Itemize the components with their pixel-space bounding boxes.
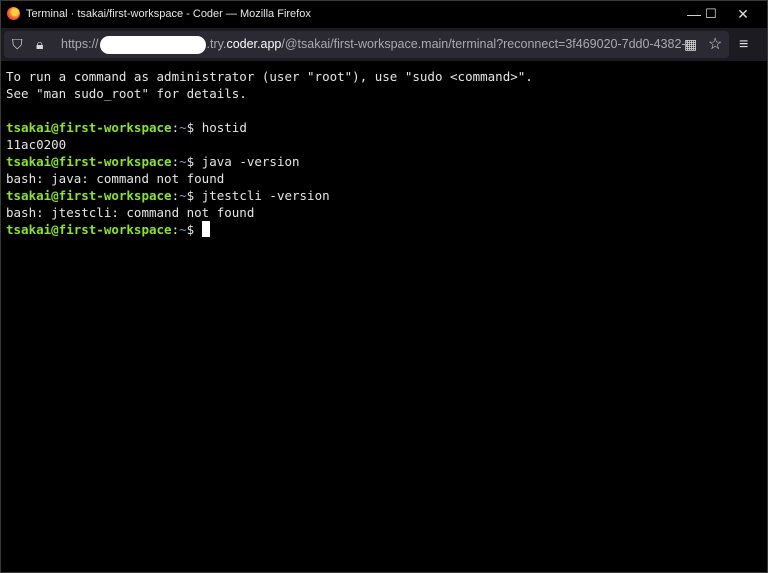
prompt-symbol: $ bbox=[186, 222, 202, 237]
close-button[interactable]: ✕ bbox=[728, 4, 758, 24]
output-line: 11ac0200 bbox=[6, 137, 67, 152]
prompt-line: tsakai@first-workspace:~$ hostid bbox=[6, 119, 767, 136]
command-text: java -version bbox=[201, 154, 300, 169]
firefox-icon bbox=[7, 7, 20, 20]
prompt-user: tsakai@first-workspace bbox=[6, 120, 172, 135]
output-line: To run a command as administrator (user … bbox=[6, 69, 533, 84]
command-text: hostid bbox=[201, 120, 247, 135]
bookmark-star-icon[interactable]: ☆ bbox=[708, 31, 722, 58]
prompt-path: ~ bbox=[179, 120, 187, 135]
prompt-line: tsakai@first-workspace:~$ bbox=[6, 221, 767, 238]
prompt-path: ~ bbox=[179, 154, 187, 169]
prompt-line: tsakai@first-workspace:~$ jtestcli -vers… bbox=[6, 187, 767, 204]
url-text[interactable]: https://.try.coder.app/@tsakai/first-wor… bbox=[61, 31, 687, 58]
terminal-cursor bbox=[201, 221, 210, 237]
qr-code-icon[interactable]: ▦ bbox=[684, 31, 697, 58]
prompt-symbol: $ bbox=[186, 120, 202, 135]
prompt-colon: : bbox=[171, 154, 180, 169]
redacted-subdomain bbox=[99, 35, 206, 54]
lock-icon[interactable]: 🔒︎ bbox=[36, 31, 43, 58]
terminal[interactable]: To run a command as administrator (user … bbox=[1, 61, 767, 572]
output-line: See "man sudo_root" for details. bbox=[6, 86, 247, 101]
prompt-path: ~ bbox=[179, 222, 187, 237]
prompt-path: ~ bbox=[179, 188, 187, 203]
prompt-user: tsakai@first-workspace bbox=[6, 188, 172, 203]
prompt-symbol: $ bbox=[186, 154, 202, 169]
window-title: Terminal · tsakai/first-workspace - Code… bbox=[26, 8, 311, 20]
prompt-user: tsakai@first-workspace bbox=[6, 222, 172, 237]
command-text: jtestcli -version bbox=[201, 188, 330, 203]
hamburger-menu-icon[interactable]: ≡ bbox=[739, 28, 748, 61]
maximize-button[interactable]: ☐ bbox=[696, 4, 726, 24]
prompt-line: tsakai@first-workspace:~$ java -version bbox=[6, 153, 767, 170]
prompt-symbol: $ bbox=[186, 188, 202, 203]
shield-icon[interactable]: ⛉ bbox=[12, 31, 23, 58]
output-line: bash: java: command not found bbox=[6, 171, 225, 186]
browser-window: Terminal · tsakai/first-workspace - Code… bbox=[0, 0, 768, 573]
output-line: bash: jtestcli: command not found bbox=[6, 205, 255, 220]
prompt-colon: : bbox=[171, 120, 180, 135]
prompt-colon: : bbox=[171, 188, 180, 203]
prompt-colon: : bbox=[171, 222, 180, 237]
prompt-user: tsakai@first-workspace bbox=[6, 154, 172, 169]
title-bar: Terminal · tsakai/first-workspace - Code… bbox=[1, 1, 767, 28]
nav-toolbar: ⛉ 🔒︎ https://.try.coder.app/@tsakai/firs… bbox=[1, 28, 767, 61]
url-bar[interactable]: ⛉ 🔒︎ https://.try.coder.app/@tsakai/firs… bbox=[4, 31, 729, 58]
